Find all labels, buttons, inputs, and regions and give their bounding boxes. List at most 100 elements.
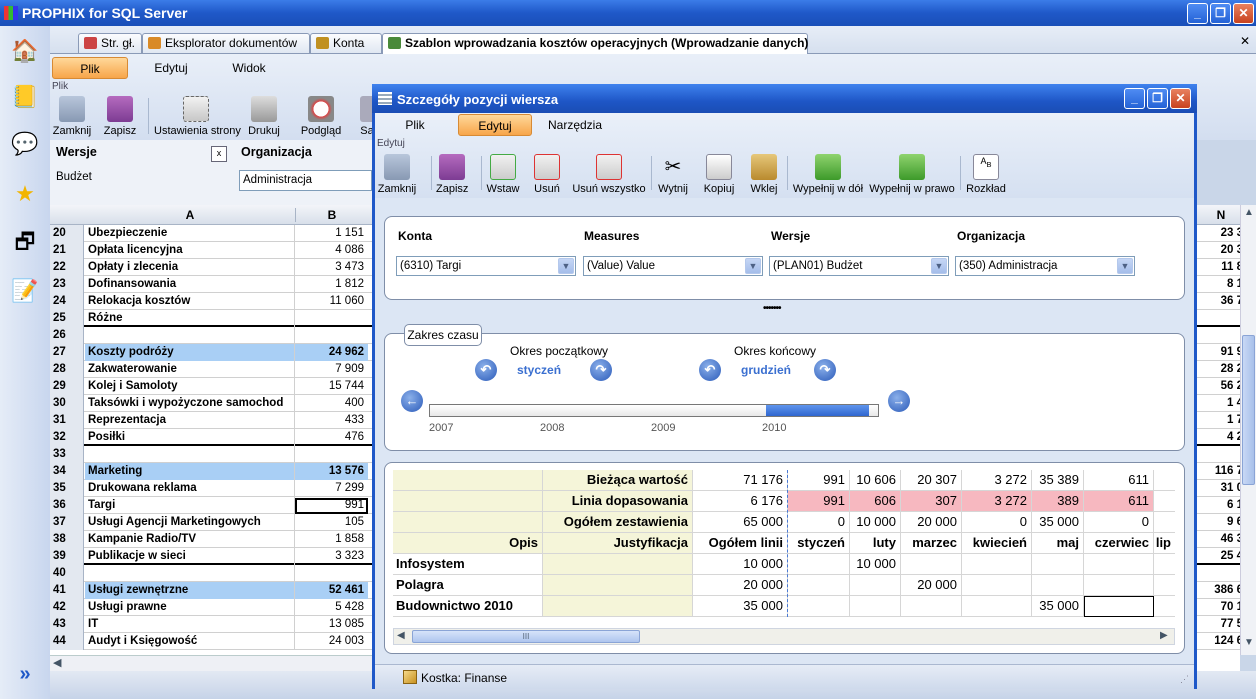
cell-n[interactable]: 23 3 — [1197, 225, 1240, 242]
fill-down-button[interactable]: Wypełnij w dół — [792, 154, 864, 195]
cell-a[interactable]: Opłaty i zlecenia — [85, 259, 295, 276]
menu-widok[interactable]: Widok — [214, 57, 284, 79]
row-number[interactable]: 42 — [50, 599, 84, 616]
cell-a[interactable]: Ubezpieczenie — [85, 225, 295, 242]
cell-a[interactable]: Taksówki i wypożyczone samochod — [85, 395, 295, 412]
row-number[interactable]: 22 — [50, 259, 84, 276]
summary-empty-cell[interactable] — [393, 512, 543, 533]
organizacja-dim-select[interactable]: (350) Administracja ▼ — [955, 256, 1135, 276]
row-number[interactable]: 28 — [50, 361, 84, 378]
cell-b[interactable] — [295, 310, 368, 327]
cell-a[interactable]: Różne — [85, 310, 295, 327]
cell-b[interactable]: 1 812 — [295, 276, 368, 293]
table-row[interactable]: 44 Audyt i Księgowość 24 003 — [50, 633, 372, 650]
cell-n[interactable]: 6 1 — [1197, 497, 1240, 514]
cell-n[interactable] — [1197, 327, 1240, 344]
line-item-overflow-cell[interactable] — [1154, 554, 1175, 575]
tab-home[interactable]: Str. gł. — [78, 33, 142, 53]
end-next-arrow-icon[interactable]: ↷ — [814, 359, 836, 381]
sheet-vscrollbar[interactable]: ▲ ▼ — [1240, 205, 1256, 655]
table-row[interactable]: 21 Opłata licencyjna 4 086 — [50, 242, 372, 259]
row-number[interactable]: 32 — [50, 429, 84, 446]
start-prev-arrow-icon[interactable]: ↶ — [475, 359, 497, 381]
cell-b[interactable]: 13 085 — [295, 616, 368, 633]
cell-n[interactable] — [1197, 565, 1240, 582]
sheet-hscrollbar[interactable]: ◀ — [50, 655, 372, 671]
table-row[interactable]: 42 Usługi prawne 5 428 — [50, 599, 372, 616]
cell-n[interactable]: 25 4 — [1197, 548, 1240, 565]
cell-n[interactable]: 124 6 — [1197, 633, 1240, 650]
table-row[interactable]: 39 Publikacje w sieci 3 323 — [50, 548, 372, 565]
summary-value[interactable]: 6 176 — [693, 491, 788, 512]
filter-x-button[interactable]: x — [211, 146, 227, 162]
cell-n[interactable]: 56 2 — [1197, 378, 1240, 395]
row-number[interactable]: 35 — [50, 480, 84, 497]
table-row[interactable]: 35 Drukowana reklama 7 299 — [50, 480, 372, 497]
wersje-select[interactable]: (PLAN01) Budżet ▼ — [769, 256, 949, 276]
line-item-value[interactable] — [1032, 554, 1084, 575]
line-item-description[interactable]: Infosystem — [393, 554, 543, 575]
cell-a[interactable]: Targi — [85, 497, 295, 514]
table-row[interactable]: 41 Usługi zewnętrzne 52 461 — [50, 582, 372, 599]
table-row[interactable]: 27 Koszty podróży 24 962 — [50, 344, 372, 361]
expand-chevrons-icon[interactable]: » — [11, 661, 39, 687]
cell-a[interactable]: Dofinansowania — [85, 276, 295, 293]
line-item-value[interactable] — [962, 575, 1032, 596]
summary-value[interactable]: 3 272 — [962, 491, 1032, 512]
cell-n[interactable]: 4 2 — [1197, 429, 1240, 446]
column-header[interactable]: Ogółem linii — [693, 533, 788, 554]
cell-n[interactable]: 36 7 — [1197, 293, 1240, 310]
line-item-description[interactable]: Polagra — [393, 575, 543, 596]
row-number[interactable]: 27 — [50, 344, 84, 361]
cell-n[interactable] — [1197, 446, 1240, 463]
summary-value[interactable]: 611 — [1084, 491, 1154, 512]
summary-value[interactable]: 611 — [1084, 470, 1154, 491]
summary-value[interactable]: 65 000 — [693, 512, 788, 533]
cell-a[interactable]: IT — [85, 616, 295, 633]
cell-a[interactable]: Usługi zewnętrzne — [85, 582, 295, 599]
column-header-a[interactable]: A — [85, 208, 295, 222]
line-item-value[interactable]: 35 000 — [1032, 596, 1084, 617]
column-header[interactable]: czerwiec — [1084, 533, 1154, 554]
cell-n[interactable]: 77 5 — [1197, 616, 1240, 633]
cell-b[interactable]: 1 858 — [295, 531, 368, 548]
cell-b[interactable] — [295, 327, 368, 344]
scroll-left-icon[interactable]: ◀ — [53, 656, 61, 669]
summary-value[interactable]: 307 — [901, 491, 962, 512]
timeline-left-arrow-icon[interactable]: ← — [401, 390, 423, 412]
summary-value[interactable]: 3 272 — [962, 470, 1032, 491]
summary-value[interactable]: 20 000 — [901, 512, 962, 533]
cell-a[interactable]: Zakwaterowanie — [85, 361, 295, 378]
column-header[interactable]: kwiecień — [962, 533, 1032, 554]
summary-value[interactable]: 35 389 — [1032, 470, 1084, 491]
table-row[interactable]: 34 Marketing 13 576 — [50, 463, 372, 480]
grid-scroll-thumb[interactable]: III — [412, 630, 640, 643]
row-number[interactable]: 31 — [50, 412, 84, 429]
cell-b[interactable]: 3 473 — [295, 259, 368, 276]
fill-right-button[interactable]: Wypełnij w prawo — [868, 154, 956, 195]
column-header[interactable]: luty — [850, 533, 901, 554]
row-number[interactable]: 24 — [50, 293, 84, 310]
table-row[interactable]: 31 Reprezentacja 433 — [50, 412, 372, 429]
row-number[interactable]: 26 — [50, 327, 84, 344]
dialog-minimize-button[interactable]: _ — [1124, 88, 1145, 109]
paste-button[interactable]: Wklej — [746, 154, 782, 195]
end-prev-arrow-icon[interactable]: ↶ — [699, 359, 721, 381]
line-item-justification[interactable] — [543, 575, 693, 596]
maximize-button[interactable]: ❐ — [1210, 3, 1231, 24]
cell-n[interactable]: 31 0 — [1197, 480, 1240, 497]
summary-value[interactable]: 606 — [850, 491, 901, 512]
cell-b[interactable] — [295, 446, 368, 463]
cell-b[interactable] — [295, 565, 368, 582]
cell-a[interactable] — [85, 446, 295, 463]
row-number[interactable]: 29 — [50, 378, 84, 395]
chevron-down-icon[interactable]: ▼ — [1117, 258, 1133, 274]
cell-a[interactable]: Marketing — [85, 463, 295, 480]
timeline-track[interactable] — [429, 404, 879, 417]
page-setup-button[interactable]: Ustawienia strony — [154, 96, 241, 137]
summary-label[interactable]: Bieżąca wartość — [543, 470, 693, 491]
cell-a[interactable]: Drukowana reklama — [85, 480, 295, 497]
cell-b[interactable]: 15 744 — [295, 378, 368, 395]
chevron-down-icon[interactable]: ▼ — [931, 258, 947, 274]
cell-n[interactable]: 70 1 — [1197, 599, 1240, 616]
